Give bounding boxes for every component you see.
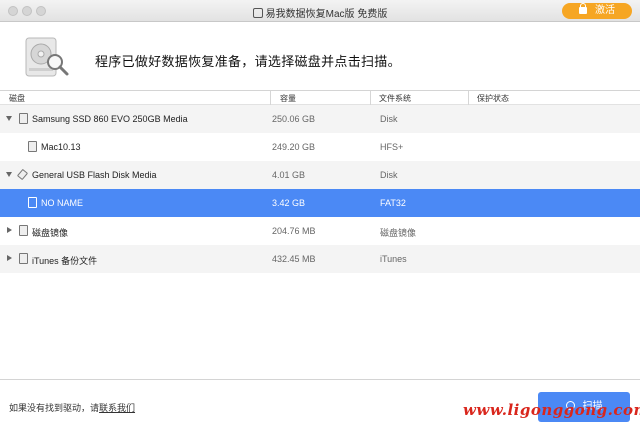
disclosure-expanded-icon[interactable] [6,172,12,177]
column-header-filesystem[interactable]: 文件系统 [379,93,411,105]
volume-icon [28,197,37,208]
title-bar: 易我数据恢复Mac版 免费版 激活 [0,0,640,22]
disk-name: Mac10.13 [41,142,81,152]
disk-name: General USB Flash Disk Media [32,170,157,180]
header: 程序已做好数据恢复准备，请选择磁盘并点击扫描。 [0,22,640,90]
contact-us-link[interactable]: 联系我们 [99,403,135,413]
disclosure-collapsed-icon[interactable] [7,227,12,233]
itunes-backup-icon [19,253,28,264]
disk-capacity: 432.45 MB [272,254,316,264]
table-row-selected[interactable]: NO NAME 3.42 GB FAT32 [0,189,640,217]
table-row[interactable]: Mac10.13 249.20 GB HFS+ [0,133,640,161]
window-title-container: 易我数据恢复Mac版 免费版 [0,5,640,20]
help-text: 如果没有找到驱动，请 [9,403,100,413]
disclosure-expanded-icon[interactable] [6,116,12,121]
footer: 如果没有找到驱动，请联系我们 扫描 www.ligonggong.com [0,381,640,433]
column-header-protection[interactable]: 保护状态 [477,93,509,105]
activate-button[interactable]: 激活 [562,3,632,19]
volume-icon [28,141,37,152]
table-row[interactable]: 磁盘镜像 204.76 MB 磁盘镜像 [0,217,640,245]
disk-name: iTunes 备份文件 [32,256,98,266]
lock-icon [579,3,587,14]
disk-name: NO NAME [41,198,84,208]
usb-drive-icon [16,168,29,181]
column-header-disk[interactable]: 磁盘 [9,93,25,105]
disk-filesystem: iTunes [380,254,407,264]
disk-table: 磁盘 容量 文件系统 保护状态 Samsung SSD 860 EVO 250G… [0,90,640,380]
disk-filesystem: 磁盘镜像 [380,228,417,238]
disk-filesystem: Disk [380,114,398,124]
disk-name: 磁盘镜像 [32,228,69,238]
disk-filesystem: HFS+ [380,142,404,152]
disk-capacity: 3.42 GB [272,198,306,208]
disk-filesystem: Disk [380,170,398,180]
table-header: 磁盘 容量 文件系统 保护状态 [0,91,640,105]
help-text-container: 如果没有找到驱动，请联系我们 [9,401,135,414]
table-row[interactable]: Samsung SSD 860 EVO 250GB Media 250.06 G… [0,105,640,133]
column-divider[interactable] [270,91,271,105]
disk-image-icon [19,225,28,236]
watermark: www.ligonggong.com [463,401,640,419]
disk-capacity: 4.01 GB [272,170,306,180]
disk-capacity: 249.20 GB [272,142,316,152]
internal-disk-icon [19,113,28,124]
disk-name: Samsung SSD 860 EVO 250GB Media [32,114,188,124]
column-divider[interactable] [370,91,371,105]
table-row[interactable]: General USB Flash Disk Media 4.01 GB Dis… [0,161,640,189]
disk-capacity: 204.76 MB [272,226,316,236]
column-header-capacity[interactable]: 容量 [280,93,296,105]
column-divider[interactable] [468,91,469,105]
disk-capacity: 250.06 GB [272,114,316,124]
instruction-text: 程序已做好数据恢复准备，请选择磁盘并点击扫描。 [95,54,401,69]
table-row[interactable]: iTunes 备份文件 432.45 MB iTunes [0,245,640,273]
disclosure-collapsed-icon[interactable] [7,255,12,261]
disk-filesystem: FAT32 [380,198,406,208]
window-title: 易我数据恢复Mac版 免费版 [265,9,388,20]
activate-label: 激活 [595,5,615,16]
hard-drive-search-icon [25,37,69,77]
app-icon [252,8,263,18]
